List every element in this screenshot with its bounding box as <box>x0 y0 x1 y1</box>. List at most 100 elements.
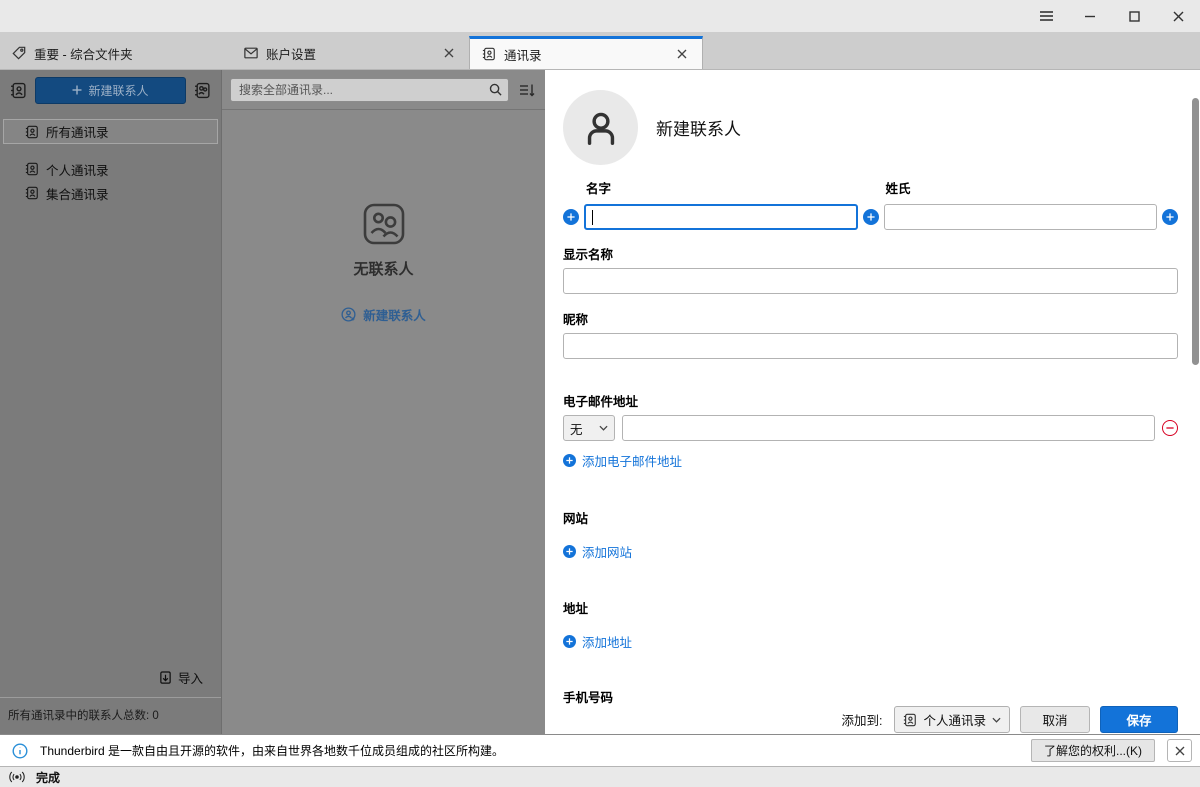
contact-list-pane: 无联系人 新建联系人 <box>222 70 545 734</box>
sidebar-book-list: 个人通讯录 集合通讯录 <box>0 157 221 205</box>
add-address-label: 添加地址 <box>582 632 632 651</box>
add-address-link[interactable]: 添加地址 <box>563 632 632 651</box>
plus-icon <box>563 454 576 467</box>
target-book-value: 个人通讯录 <box>923 710 986 729</box>
remove-email-icon[interactable] <box>1162 420 1178 436</box>
contacts-group-icon <box>362 202 406 246</box>
app-window: 重要 - 综合文件夹 账户设置 通讯录 <box>0 0 1200 787</box>
new-address-book-icon[interactable] <box>10 82 27 99</box>
contacts-total-count: 0 <box>152 710 158 722</box>
email-row: 无 <box>563 415 1178 441</box>
last-name-input[interactable] <box>884 204 1158 230</box>
contact-form-title: 新建联系人 <box>656 115 741 140</box>
address-book-icon <box>25 162 39 176</box>
first-name-label: 名字 <box>586 178 858 197</box>
search-icon <box>489 83 502 96</box>
mail-icon <box>244 47 258 59</box>
maximize-button[interactable] <box>1112 0 1156 32</box>
phone-section-label: 手机号码 <box>563 691 613 705</box>
address-book-icon <box>903 713 917 727</box>
add-email-label: 添加电子邮件地址 <box>582 451 682 470</box>
add-to-label: 添加到: <box>842 710 883 729</box>
add-website-label: 添加网站 <box>582 542 632 561</box>
tab-close-icon[interactable] <box>439 43 459 63</box>
sidebar-item-personal-address-book[interactable]: 个人通讯录 <box>0 157 221 181</box>
form-footer: 添加到: 个人通讯录 取消 保存 <box>563 706 1178 758</box>
new-contact-button[interactable]: 新建联系人 <box>35 77 186 104</box>
address-book-sidebar: 新建联系人 所有通讯录 <box>0 70 222 734</box>
display-name-input[interactable] <box>563 268 1178 294</box>
search-input[interactable] <box>239 83 483 97</box>
broadcast-icon <box>8 770 26 784</box>
email-type-select[interactable]: 无 <box>563 415 615 441</box>
tab-address-book[interactable]: 通讯录 <box>469 36 703 69</box>
tab-mail[interactable]: 重要 - 综合文件夹 <box>0 37 232 69</box>
sidebar-footer: 导入 所有通讯录中的联系人总数: 0 <box>0 660 221 734</box>
search-box[interactable] <box>230 78 509 102</box>
add-email-link[interactable]: 添加电子邮件地址 <box>563 451 682 470</box>
nickname-input[interactable] <box>563 333 1178 359</box>
sidebar-item-collected-addresses[interactable]: 集合通讯录 <box>0 181 221 205</box>
tab-label: 通讯录 <box>504 45 542 64</box>
last-name-label: 姓氏 <box>886 178 1158 197</box>
sidebar-item-label: 集合通讯录 <box>46 184 109 203</box>
import-button[interactable]: 导入 <box>159 668 203 687</box>
contacts-total-label: 所有通讯录中的联系人总数: <box>8 710 149 722</box>
tag-icon <box>12 46 26 60</box>
import-button-label: 导入 <box>178 668 203 687</box>
status-bar: 完成 <box>0 767 1200 787</box>
sidebar-item-label: 所有通讯录 <box>46 122 109 141</box>
add-name-field-icon[interactable] <box>563 209 579 225</box>
empty-state-link-label: 新建联系人 <box>363 305 426 324</box>
scrollbar-thumb[interactable] <box>1192 98 1199 365</box>
nickname-label: 昵称 <box>563 313 588 327</box>
add-website-link[interactable]: 添加网站 <box>563 542 632 561</box>
tab-account-settings[interactable]: 账户设置 <box>232 37 469 69</box>
sidebar-toolbar: 新建联系人 <box>0 70 221 110</box>
minimize-button[interactable] <box>1068 0 1112 32</box>
chevron-down-icon <box>992 717 1001 723</box>
first-name-input[interactable] <box>584 204 858 230</box>
empty-state-title: 无联系人 <box>353 258 413 279</box>
sidebar-item-label: 个人通讯录 <box>46 160 109 179</box>
close-button[interactable] <box>1156 0 1200 32</box>
new-contact-button-label: 新建联系人 <box>88 82 148 99</box>
contacts-total-row: 所有通讯录中的联系人总数: 0 <box>0 697 221 734</box>
address-book-icon <box>25 125 39 139</box>
save-button[interactable]: 保存 <box>1100 706 1178 733</box>
empty-contacts-state: 无联系人 新建联系人 <box>222 202 545 324</box>
plus-icon <box>563 635 576 648</box>
app-menu-icon[interactable] <box>1024 0 1068 32</box>
sort-options-icon[interactable] <box>519 83 535 97</box>
main-content: 新建联系人 所有通讯录 <box>0 70 1200 734</box>
add-name-field-icon[interactable] <box>1162 209 1178 225</box>
status-text: 完成 <box>36 769 60 786</box>
add-name-field-icon[interactable] <box>863 209 879 225</box>
titlebar <box>0 0 1200 32</box>
name-fields: 名字 姓氏 <box>563 178 1178 230</box>
tab-label: 账户设置 <box>266 44 316 63</box>
address-book-left-region: 新建联系人 所有通讯录 <box>0 70 545 734</box>
email-section-label: 电子邮件地址 <box>563 395 638 409</box>
empty-state-new-contact-link[interactable]: 新建联系人 <box>341 305 426 324</box>
website-section-label: 网站 <box>563 512 588 526</box>
target-book-select[interactable]: 个人通讯录 <box>894 706 1010 733</box>
text-caret <box>592 210 593 225</box>
address-section-label: 地址 <box>563 602 588 616</box>
contact-avatar[interactable] <box>563 90 638 165</box>
new-list-icon[interactable] <box>194 82 211 99</box>
email-input[interactable] <box>622 415 1155 441</box>
sidebar-item-all-address-books[interactable]: 所有通讯录 <box>3 119 218 144</box>
chevron-down-icon <box>599 425 608 431</box>
plus-icon <box>563 545 576 558</box>
cancel-button[interactable]: 取消 <box>1020 706 1090 733</box>
tab-bar: 重要 - 综合文件夹 账户设置 通讯录 <box>0 32 1200 70</box>
add-contact-icon <box>341 307 356 322</box>
email-type-value: 无 <box>570 419 583 438</box>
info-icon <box>12 743 28 759</box>
tab-label: 重要 - 综合文件夹 <box>34 44 133 63</box>
contact-edit-pane: 新建联系人 名字 姓氏 显示名称 <box>545 70 1200 734</box>
import-icon <box>159 671 172 685</box>
display-name-label: 显示名称 <box>563 248 613 262</box>
tab-close-icon[interactable] <box>672 44 692 64</box>
